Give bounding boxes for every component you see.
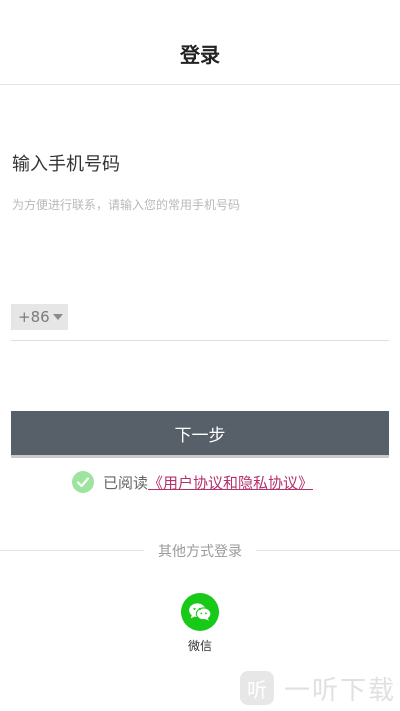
wechat-login-button[interactable]: 微信: [176, 593, 224, 654]
other-login-label: 其他方式登录: [158, 544, 242, 560]
wechat-label: 微信: [187, 639, 212, 653]
next-step-button[interactable]: 下一步: [11, 411, 389, 458]
watermark-text: 一听下载: [284, 675, 397, 706]
chevron-down-icon: [53, 314, 63, 320]
agreement-row: 已阅读 《用户协议和隐私协议》: [72, 470, 313, 494]
divider-line-left: [0, 550, 144, 551]
agreement-link[interactable]: 《用户协议和隐私协议》: [148, 472, 313, 493]
watermark-logo-icon: 听: [240, 671, 274, 705]
form-heading: 输入手机号码: [12, 154, 120, 175]
divider-line-right: [256, 550, 400, 551]
form-subtitle: 为方便进行联系，请输入您的常用手机号码: [12, 198, 241, 212]
agreement-prefix: 已阅读: [103, 473, 149, 492]
wechat-icon: [181, 593, 219, 631]
phone-input[interactable]: [75, 304, 385, 330]
country-code-select[interactable]: +86: [11, 304, 68, 330]
check-icon[interactable]: [72, 471, 94, 493]
other-login-divider: 其他方式登录: [0, 540, 400, 560]
country-code-value: +86: [18, 308, 50, 326]
app-header: 登录: [0, 0, 400, 85]
watermark: 听 一听下载: [240, 668, 396, 708]
phone-row: +86: [11, 300, 389, 341]
page-title: 登录: [180, 42, 220, 67]
